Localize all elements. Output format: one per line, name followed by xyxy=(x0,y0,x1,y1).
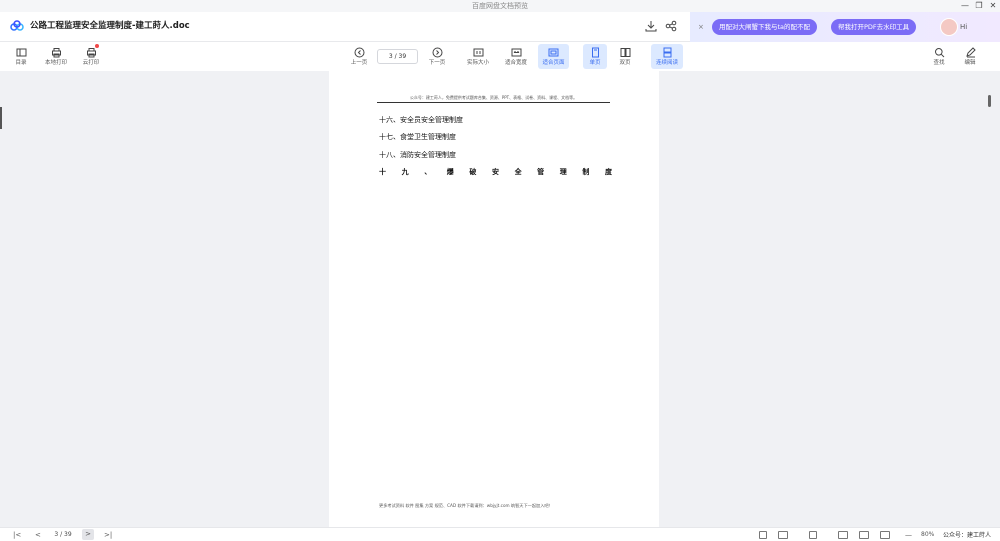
sidebar-edge-marker xyxy=(0,107,2,129)
toolbar-label: 单页 xyxy=(589,59,601,66)
share-icon[interactable] xyxy=(665,20,677,32)
edit-button[interactable]: 编辑 xyxy=(959,44,981,69)
page-header-text: 公众号：建工莳人，免费提供考试题库合集、资源、PPT、表格、试卷、资料、课程、文… xyxy=(377,95,610,103)
toolbar-label: 目录 xyxy=(15,59,27,66)
promo-banner: × 用配对大闸蟹下我与ta的配不配 帮我打开PDF去水印工具 Hi xyxy=(690,12,1000,42)
chevron-right-icon xyxy=(432,47,442,57)
toolbar-cloud-print-button[interactable]: 云打印 xyxy=(78,44,104,69)
continuous-view-icon[interactable] xyxy=(809,531,817,539)
view-fit-width-button[interactable]: 适合宽度 xyxy=(500,44,532,69)
cloud-printer-icon xyxy=(86,47,96,57)
spread-char: 全 xyxy=(514,168,522,176)
toolbar-label: 双页 xyxy=(619,59,631,66)
prev-page-label: 上一页 xyxy=(350,59,368,66)
zoom-out-button[interactable]: — xyxy=(905,530,912,540)
double-page-view-icon[interactable] xyxy=(778,531,788,539)
prev-page-button[interactable]: 上一页 xyxy=(344,44,374,69)
spread-char: 管 xyxy=(537,168,545,176)
status-page-indicator[interactable]: 3 / 39 xyxy=(48,530,78,540)
next-page-button[interactable]: 下一页 xyxy=(422,44,452,69)
app-window: 百度网盘文档预览 — ❐ ✕ 公路工程监理安全监理制度-建工莳人.doc × 用… xyxy=(0,0,1000,541)
status-bar: |< < 3 / 39 > >| — 80% xyxy=(0,527,1000,541)
view-double-page-button[interactable]: 双页 xyxy=(613,44,637,69)
baidu-netdisk-logo-icon xyxy=(10,20,24,31)
toc-icon xyxy=(16,48,26,56)
promo-close-button[interactable]: × xyxy=(698,21,704,33)
actual-size-icon xyxy=(473,48,483,56)
last-page-button[interactable]: >| xyxy=(104,530,112,540)
assistant-greeting[interactable]: Hi xyxy=(960,21,967,33)
assistant-avatar[interactable] xyxy=(940,18,958,36)
download-icon[interactable] xyxy=(645,20,657,32)
toolbar-label: 适合宽度 xyxy=(504,59,527,66)
document-title: 公路工程监理安全监理制度-建工莳人.doc xyxy=(30,21,190,31)
spread-char: 九 xyxy=(401,168,409,176)
close-button[interactable]: ✕ xyxy=(986,0,1000,12)
next-page-label: 下一页 xyxy=(428,59,446,66)
toolbar-local-print-button[interactable]: 本地打印 xyxy=(40,44,72,69)
printer-icon xyxy=(51,47,61,57)
page-number-input[interactable]: 3 / 39 xyxy=(377,49,418,64)
prev-page-small-button[interactable]: < xyxy=(35,530,41,540)
toolbar-label: 本地打印 xyxy=(44,59,67,66)
vertical-scrollbar-thumb[interactable] xyxy=(988,95,991,107)
page-footer-text: 更多考试资料 软件 图集 方案 规范、CAD 软件下载请到：wbjyjt.com… xyxy=(379,503,553,508)
document-line: 十八、消防安全管理制度 xyxy=(379,151,456,159)
toolbar-label: 连续阅读 xyxy=(655,59,678,66)
continuous-icon xyxy=(663,47,671,57)
view-fit-page-button[interactable]: 适合页面 xyxy=(538,44,569,69)
spread-char: 十 xyxy=(379,168,386,176)
spread-char: 制 xyxy=(582,168,590,176)
single-page-icon xyxy=(591,47,599,57)
spread-char: 破 xyxy=(469,168,477,176)
search-icon xyxy=(934,47,944,57)
toolbar-toc-button[interactable]: 目录 xyxy=(8,44,34,69)
window-controls: — ❐ ✕ xyxy=(958,0,1000,12)
actual-size-view-icon[interactable] xyxy=(838,531,848,539)
window-title: 百度网盘文档预览 xyxy=(472,2,528,10)
title-bar: 百度网盘文档预览 — ❐ ✕ xyxy=(0,0,1000,12)
toolbar-label: 适合页面 xyxy=(542,59,565,66)
single-page-view-icon[interactable] xyxy=(759,531,767,539)
toolbar-label: 编辑 xyxy=(964,59,976,66)
toolbar: 目录 本地打印 云打印 上一页 下一页 实际大小 适合宽度 适合页面 单页 双页… xyxy=(0,42,1000,71)
view-actual-size-button[interactable]: 实际大小 xyxy=(462,44,494,69)
toolbar-label: 实际大小 xyxy=(466,59,489,66)
document-line: 十七、食堂卫生管理制度 xyxy=(379,133,456,141)
fit-width-icon xyxy=(511,48,521,56)
toolbar-label: 查找 xyxy=(933,59,945,66)
double-page-icon xyxy=(620,47,630,57)
ai-suggestion-pill-2[interactable]: 帮我打开PDF去水印工具 xyxy=(831,19,917,35)
ai-suggestion-pill-1[interactable]: 用配对大闸蟹下我与ta的配不配 xyxy=(712,19,818,35)
zoom-level: 80% xyxy=(921,531,935,538)
toolbar-label: 云打印 xyxy=(82,59,100,66)
minimize-button[interactable]: — xyxy=(958,0,972,12)
view-single-page-button[interactable]: 单页 xyxy=(583,44,607,69)
next-page-small-button[interactable]: > xyxy=(82,529,94,540)
spread-char: 爆 xyxy=(446,168,454,176)
document-line: 十六、安全员安全管理制度 xyxy=(379,116,463,124)
watermark-text: 公众号：建工莳人 xyxy=(943,532,992,539)
spread-char: 度 xyxy=(604,168,612,176)
fit-width-view-icon[interactable] xyxy=(859,531,869,539)
find-button[interactable]: 查找 xyxy=(928,44,950,69)
first-page-button[interactable]: |< xyxy=(13,530,21,540)
fit-page-icon xyxy=(548,48,559,56)
chevron-left-icon xyxy=(354,47,364,57)
restore-button[interactable]: ❐ xyxy=(972,0,986,12)
edit-icon xyxy=(965,46,976,57)
document-page: 公众号：建工莳人，免费提供考试题库合集、资源、PPT、表格、试卷、资料、课程、文… xyxy=(329,71,659,527)
view-continuous-button[interactable]: 连续阅读 xyxy=(651,44,683,69)
document-spread-line: 十 九 、 爆 破 安 全 管 理 制 度 xyxy=(379,167,612,177)
fit-page-view-icon[interactable] xyxy=(880,531,890,539)
spread-char: 、 xyxy=(424,168,432,176)
notification-dot xyxy=(95,44,99,48)
spread-char: 理 xyxy=(559,168,567,176)
spread-char: 安 xyxy=(491,168,499,176)
